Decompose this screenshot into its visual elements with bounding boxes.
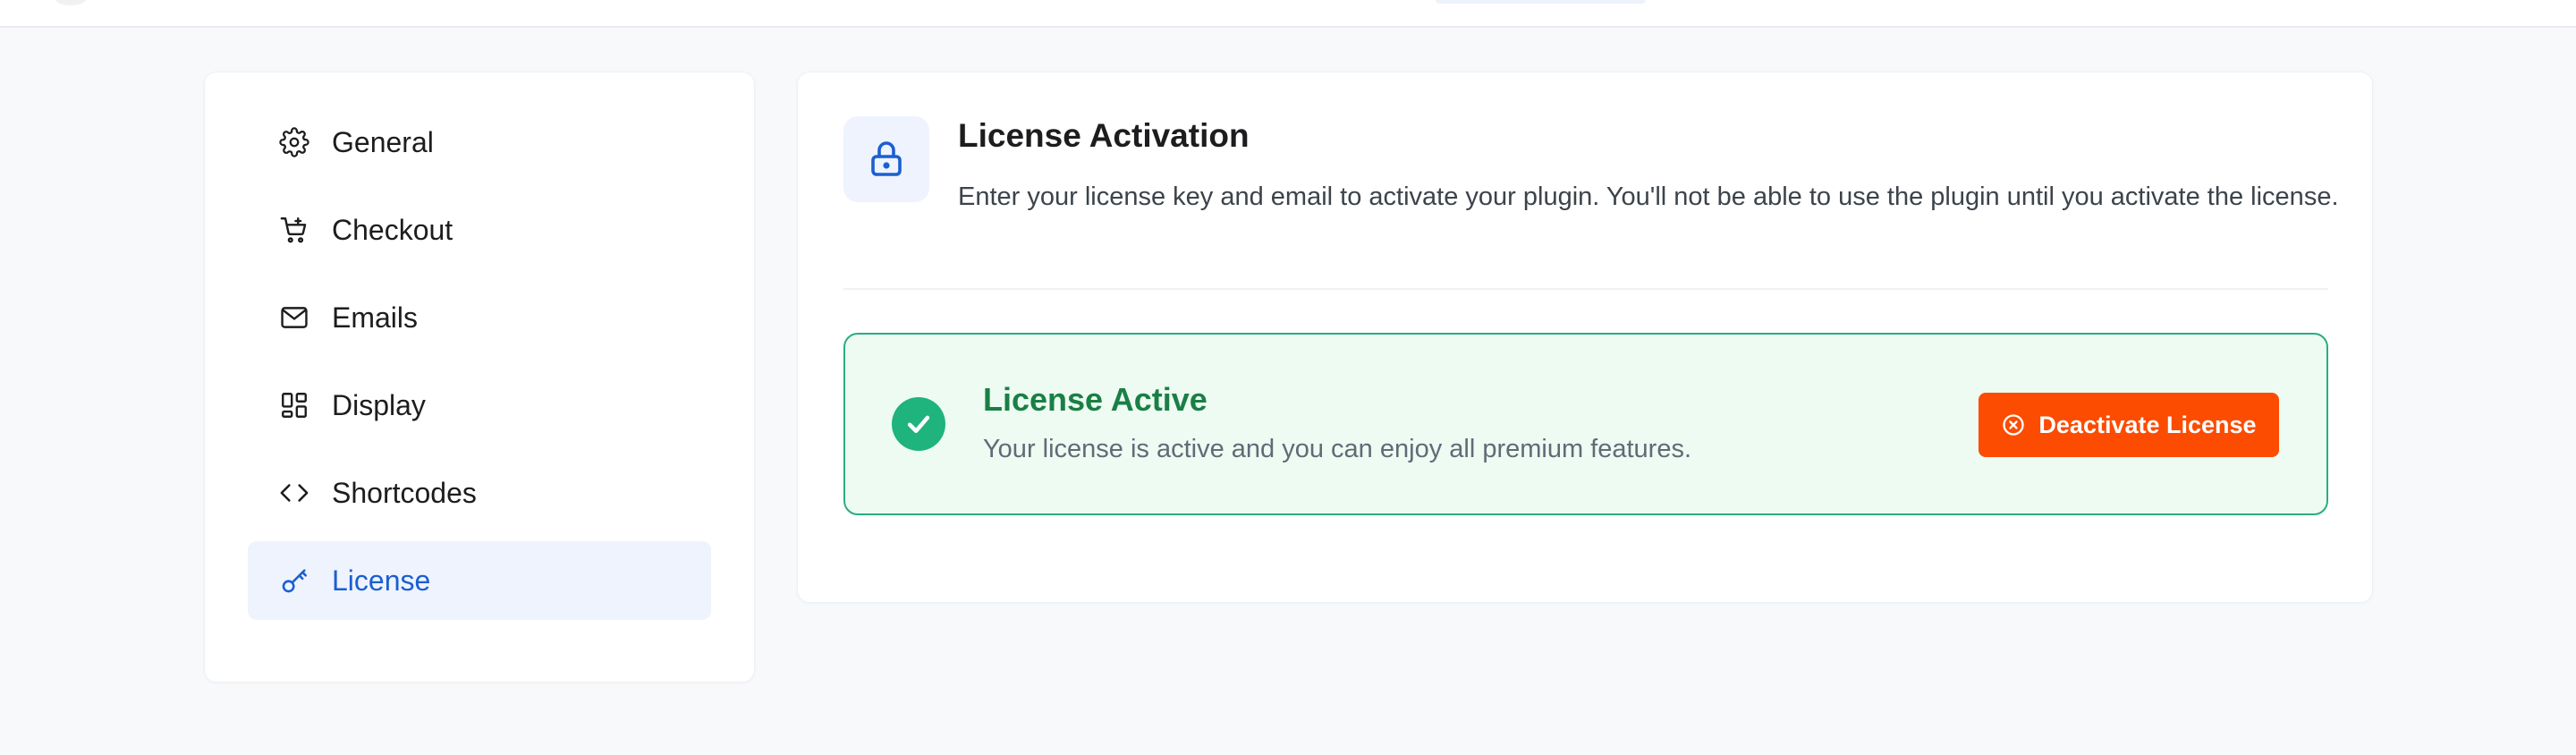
- deactivate-license-button[interactable]: Deactivate License: [1979, 393, 2279, 457]
- sidebar-item-display[interactable]: Display: [248, 366, 711, 445]
- gear-icon: [278, 126, 310, 158]
- page-description: Enter your license key and email to acti…: [958, 182, 2339, 211]
- top-bar: [0, 0, 2576, 28]
- license-panel: License Activation Enter your license ke…: [797, 72, 2373, 603]
- sidebar-item-shortcodes[interactable]: Shortcodes: [248, 454, 711, 532]
- mail-icon: [278, 301, 310, 334]
- sidebar-item-label: General: [332, 125, 434, 158]
- cart-icon: [278, 214, 310, 246]
- sidebar-item-label: Display: [332, 388, 426, 421]
- divider: [843, 288, 2328, 290]
- status-description: Your license is active and you can enjoy…: [983, 435, 1692, 463]
- x-circle-icon: [2003, 414, 2025, 436]
- active-tab-indicator[interactable]: [1436, 0, 1646, 4]
- avatar[interactable]: [55, 0, 86, 5]
- sidebar-item-label: Checkout: [332, 213, 453, 246]
- check-circle-icon: [892, 397, 945, 451]
- sidebar-item-checkout[interactable]: Checkout: [248, 191, 711, 269]
- status-title: License Active: [983, 381, 1208, 418]
- code-icon: [278, 477, 310, 509]
- sidebar-item-label: Emails: [332, 301, 419, 334]
- page-title: License Activation: [958, 117, 1250, 154]
- lock-icon: [843, 116, 929, 202]
- settings-sidebar: General Checkout Emails Display Shortcod…: [204, 72, 755, 683]
- sidebar-item-label: Shortcodes: [332, 476, 477, 509]
- sidebar-item-general[interactable]: General: [248, 103, 711, 182]
- sidebar-item-label: License: [332, 564, 431, 597]
- key-icon: [278, 564, 310, 597]
- deactivate-license-label: Deactivate License: [2038, 411, 2257, 438]
- layout-icon: [278, 389, 310, 421]
- license-status-card: License Active Your license is active an…: [843, 333, 2328, 515]
- sidebar-item-emails[interactable]: Emails: [248, 278, 711, 357]
- sidebar-item-license[interactable]: License: [248, 541, 711, 620]
